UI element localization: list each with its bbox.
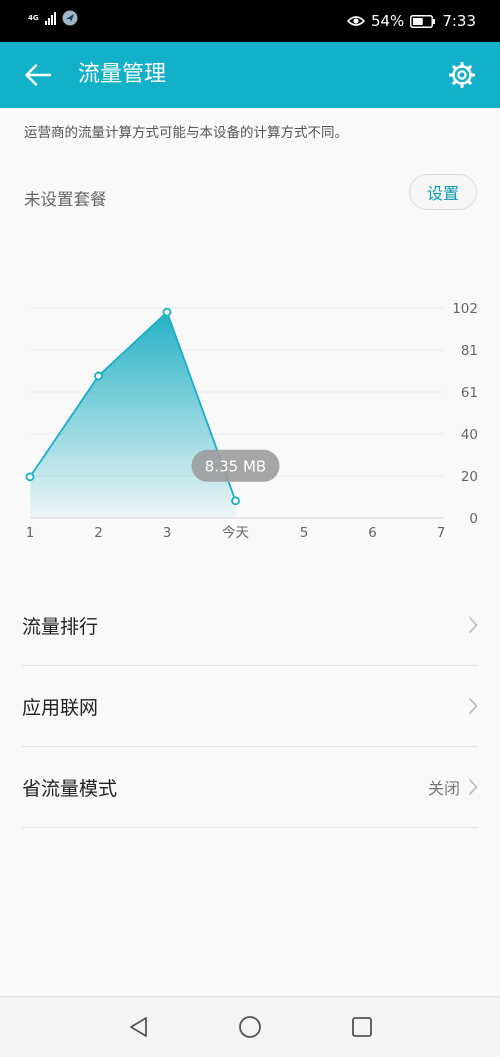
recents-square-icon — [352, 1017, 372, 1037]
x-tick-label: 3 — [163, 525, 172, 541]
usage-chart: 0 20 40 61 81 102 1 2 3 今天 5 6 7 8.35 MB — [25, 301, 478, 541]
y-tick-label: 61 — [461, 385, 478, 401]
back-button[interactable] — [20, 57, 56, 93]
battery-percent: 54% — [370, 12, 405, 30]
menu-item-label: 省流量模式 — [22, 777, 118, 800]
x-tick-label: 6 — [368, 525, 377, 541]
nav-recents-button[interactable] — [350, 1015, 374, 1039]
plan-status-label: 未设置套餐 — [24, 190, 107, 209]
status-left: 4G — [28, 10, 78, 26]
nav-home-button[interactable] — [238, 1015, 262, 1039]
y-tick-label: 81 — [461, 343, 478, 359]
app-bar: 流量管理 — [0, 42, 500, 108]
menu-item-label: 流量排行 — [22, 615, 99, 638]
eye-comfort-icon — [346, 16, 365, 26]
status-bar: 4G 54% 7:33 — [0, 0, 500, 42]
menu-item-data-saver[interactable]: 省流量模式 关闭 — [22, 747, 478, 828]
app-notification-icon — [62, 10, 78, 26]
menu-list: 流量排行 应用联网 省流量模式 关闭 — [22, 585, 478, 828]
status-right: 54% 7:33 — [346, 0, 476, 42]
y-tick-label: 40 — [461, 427, 478, 443]
data-point — [94, 371, 103, 381]
system-nav-bar — [0, 996, 500, 1057]
menu-item-label: 应用联网 — [22, 696, 99, 719]
home-circle-icon — [239, 1016, 261, 1038]
gear-icon — [448, 61, 476, 89]
set-plan-button[interactable]: 设置 — [409, 174, 477, 210]
chevron-right-icon — [468, 697, 478, 715]
back-triangle-icon — [130, 1017, 147, 1037]
menu-item-usage-ranking[interactable]: 流量排行 — [22, 585, 478, 666]
billing-notice: 运营商的流量计算方式可能与本设备的计算方式不同。 — [24, 125, 348, 141]
x-tick-label: 今天 — [222, 525, 249, 541]
menu-item-app-network[interactable]: 应用联网 — [22, 666, 478, 747]
y-tick-label: 102 — [452, 301, 478, 317]
signal-icon — [44, 11, 56, 25]
data-point — [25, 472, 35, 482]
x-tick-label: 5 — [300, 525, 309, 541]
chevron-right-icon — [468, 778, 478, 796]
network-type-label: 4G — [28, 14, 39, 22]
arrow-left-icon — [25, 64, 51, 86]
chevron-right-icon — [468, 616, 478, 634]
data-point — [162, 307, 172, 317]
page-title: 流量管理 — [78, 62, 167, 87]
x-tick-label: 1 — [26, 525, 35, 541]
x-tick-label: 7 — [437, 525, 446, 541]
clock: 7:33 — [442, 12, 476, 30]
nav-back-button[interactable] — [127, 1015, 151, 1039]
data-saver-status: 关闭 — [427, 779, 460, 798]
y-tick-label: 20 — [461, 469, 478, 485]
data-point — [231, 496, 240, 506]
x-tick-label: 2 — [94, 525, 103, 541]
battery-icon — [410, 14, 436, 28]
tooltip-value: 8.35 MB — [205, 457, 266, 475]
y-tick-label: 0 — [469, 511, 478, 527]
settings-button[interactable] — [446, 59, 478, 91]
